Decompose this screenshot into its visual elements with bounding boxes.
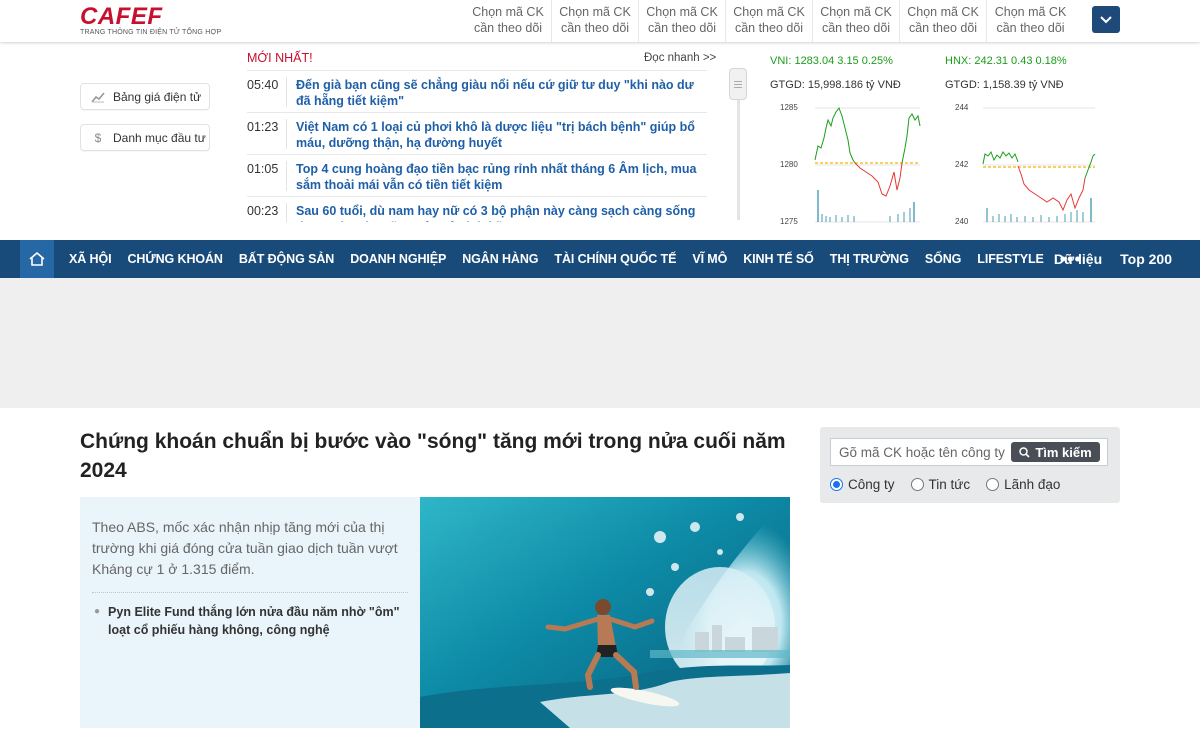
list-item: 01:05 Top 4 cung hoàng đạo tiền bạc rủng… — [247, 154, 707, 196]
vni-intraday-chart[interactable]: 1285 1280 1275 — [770, 98, 925, 226]
nav-right-links: Dữ liệu Top 200 — [1054, 240, 1172, 278]
home-icon — [29, 251, 45, 266]
cafef-logo[interactable]: CAFEF TRANG THÔNG TIN ĐIỆN TỬ TỔNG HỢP — [80, 3, 222, 38]
main-nav: XÃ HỘI CHỨNG KHOÁN BẤT ĐỘNG SẢN DOANH NG… — [0, 240, 1200, 278]
related-article-link[interactable]: Pyn Elite Fund thắng lớn nửa đầu năm nhờ… — [108, 603, 408, 639]
top-bar: CAFEF TRANG THÔNG TIN ĐIỆN TỬ TỔNG HỢP C… — [0, 0, 1200, 42]
search-button[interactable]: Tìm kiếm — [1011, 442, 1100, 462]
vni-up-line — [901, 113, 921, 164]
hnx-trade-value: GTGD: 1,158.39 tỷ VNĐ — [945, 79, 1064, 91]
ad-placeholder — [0, 278, 1200, 408]
nav-item-kinh-te-so[interactable]: KINH TẾ SỐ — [735, 252, 822, 266]
radio-leadership[interactable]: Lãnh đạo — [986, 477, 1060, 492]
list-item: 00:23 Sau 60 tuổi, dù nam hay nữ có 3 bộ… — [247, 196, 707, 222]
list-item: 05:40 Đến già bạn cũng sẽ chẳng giàu nổi… — [247, 70, 707, 112]
watchlist-slot[interactable]: Chọn mã CK cần theo dõi — [639, 0, 726, 42]
article-sapo: Theo ABS, mốc xác nhận nhịp tăng mới của… — [92, 517, 408, 593]
news-link[interactable]: Đến già bạn cũng sẽ chẳng giàu nổi nếu c… — [296, 77, 707, 108]
search-icon — [1019, 446, 1030, 458]
watchlist-slot[interactable]: Chọn mã CK cần theo dõi — [813, 0, 900, 42]
nav-item-doanh-nghiep[interactable]: DOANH NGHIỆP — [342, 252, 454, 266]
hnx-up-line — [1084, 153, 1096, 179]
news-link[interactable]: Sau 60 tuổi, dù nam hay nữ có 3 bộ phận … — [296, 203, 707, 222]
logo-wordmark: CAFEF — [80, 3, 163, 30]
article-image[interactable] — [420, 497, 790, 728]
watchlist-slot[interactable]: Chọn mã CK cần theo dõi — [726, 0, 813, 42]
news-time: 01:05 — [247, 161, 287, 191]
dollar-icon: $ — [94, 130, 102, 145]
hnx-up-line — [982, 150, 1019, 165]
watchlist-slot[interactable]: Chọn mã CK cần theo dõi — [552, 0, 639, 42]
nav-top200-link[interactable]: Top 200 — [1120, 251, 1172, 267]
watchlist-slot[interactable]: Chọn mã CK cần theo dõi — [465, 0, 552, 42]
radio-unchecked-icon — [910, 478, 924, 491]
stock-search-panel: Tìm kiếm Công ty Tin tức Lãnh đạo — [820, 427, 1120, 503]
news-time: 01:23 — [247, 119, 287, 149]
nav-item-bat-dong-san[interactable]: BẤT ĐỘNG SẢN — [231, 252, 342, 266]
news-scrollbar-thumb[interactable] — [729, 68, 747, 100]
news-link[interactable]: Top 4 cung hoàng đạo tiền bạc rủng rỉnh … — [296, 161, 707, 192]
hnx-intraday-chart[interactable]: 244 242 240 — [945, 98, 1100, 226]
logo-tagline: TRANG THÔNG TIN ĐIỆN TỬ TỔNG HỢP — [80, 29, 222, 36]
watchlist-slot[interactable]: Chọn mã CK cần theo dõi — [987, 0, 1074, 42]
search-scope-options: Công ty Tin tức Lãnh đạo — [830, 477, 1060, 492]
price-board-button[interactable]: Bảng giá điện tử — [80, 83, 210, 110]
nav-item-song[interactable]: SỐNG — [917, 252, 969, 266]
hnx-down-line — [1017, 165, 1086, 212]
nav-item-vi-mo[interactable]: VĨ MÔ — [684, 252, 735, 266]
nav-item-tai-chinh-quoc-te[interactable]: TÀI CHÍNH QUỐC TẾ — [546, 252, 684, 266]
watchlist-slot[interactable]: Chọn mã CK cần theo dõi — [900, 0, 987, 42]
news-link[interactable]: Việt Nam có 1 loại củ phơi khô là dược l… — [296, 119, 707, 150]
surfer-wave-image — [420, 497, 790, 728]
bullet-icon: ● — [94, 606, 101, 617]
search-button-label: Tìm kiếm — [1035, 444, 1092, 460]
vni-ytick: 1280 — [780, 160, 798, 169]
chart-trend-icon — [91, 90, 105, 104]
news-time: 05:40 — [247, 77, 287, 107]
latest-news-list: 05:40 Đến già bạn cũng sẽ chẳng giàu nổi… — [247, 70, 707, 222]
latest-news-heading: MỚI NHẤT! — [247, 51, 313, 65]
hnx-ytick: 244 — [955, 103, 969, 112]
vni-down-line — [854, 162, 903, 197]
vni-index-label: VNI: 1283.04 3.15 0.25% — [770, 55, 893, 67]
nav-item-chung-khoan[interactable]: CHỨNG KHOÁN — [119, 252, 230, 266]
hnx-ytick: 242 — [955, 160, 969, 169]
chevron-down-icon — [1100, 15, 1112, 23]
quick-read-link[interactable]: Đọc nhanh >> — [644, 52, 716, 64]
news-time: 00:23 — [247, 203, 287, 222]
hnx-index-label: HNX: 242.31 0.43 0.18% — [945, 55, 1067, 67]
nav-item-lifestyle[interactable]: LIFESTYLE — [969, 252, 1051, 266]
nav-category-list: XÃ HỘI CHỨNG KHOÁN BẤT ĐỘNG SẢN DOANH NG… — [61, 240, 1090, 278]
vni-ytick: 1285 — [780, 103, 798, 112]
article-title[interactable]: Chứng khoán chuẩn bị bước vào "sóng" tăn… — [80, 427, 800, 485]
radio-company[interactable]: Công ty — [830, 477, 895, 492]
radio-unchecked-icon — [986, 478, 1000, 491]
nav-item-thi-truong[interactable]: THỊ TRƯỜNG — [822, 252, 917, 266]
vni-ytick: 1275 — [780, 217, 798, 226]
list-item: 01:23 Việt Nam có 1 loại củ phơi khô là … — [247, 112, 707, 154]
radio-news[interactable]: Tin tức — [910, 477, 970, 492]
portfolio-label: Danh mục đầu tư — [113, 130, 206, 145]
watchlist: Chọn mã CK cần theo dõi Chọn mã CK cần the… — [465, 0, 1074, 42]
nav-item-xa-hoi[interactable]: XÃ HỘI — [61, 252, 119, 266]
home-button[interactable] — [20, 240, 54, 278]
price-board-label: Bảng giá điện tử — [113, 89, 202, 104]
nav-data-link[interactable]: Dữ liệu — [1054, 251, 1102, 267]
hnx-volume-bars — [986, 198, 1092, 222]
menu-toggle-button[interactable] — [1092, 6, 1120, 33]
article-summary-box: Theo ABS, mốc xác nhận nhịp tăng mới của… — [80, 497, 420, 728]
vni-volume-bars — [817, 190, 915, 222]
portfolio-button[interactable]: $ Danh mục đầu tư — [80, 124, 210, 151]
vni-up-line — [814, 106, 856, 164]
hnx-ytick: 240 — [955, 217, 969, 226]
radio-checked-icon — [830, 478, 843, 491]
vni-trade-value: GTGD: 15,998.186 tỷ VNĐ — [770, 79, 901, 91]
related-article: ● Pyn Elite Fund thắng lớn nửa đầu năm n… — [92, 603, 408, 639]
nav-item-ngan-hang[interactable]: NGÂN HÀNG — [454, 252, 546, 266]
